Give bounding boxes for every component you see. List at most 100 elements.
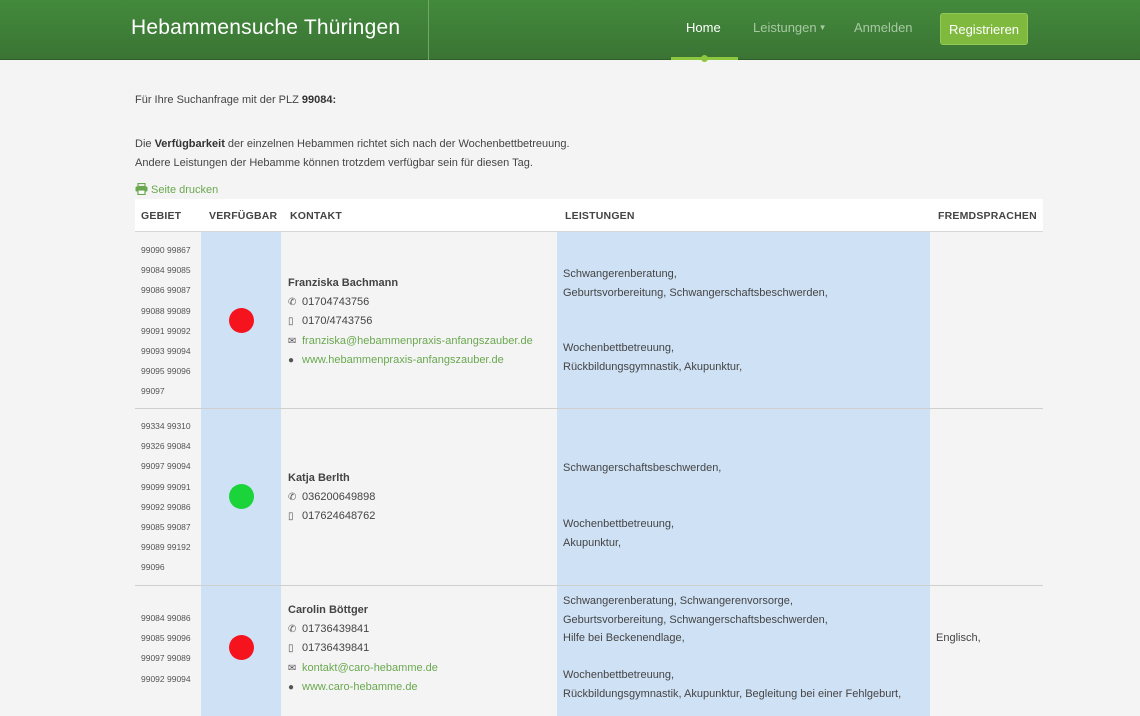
availability-bold: Verfügbarkeit xyxy=(154,138,225,150)
service-line: Hilfe bei Beckenendlage, xyxy=(563,632,685,645)
contact-block: Katja Berlth ✆ 036200649898 ▯ 01762464876​… xyxy=(288,469,375,527)
web-line: ● www.caro-hebamme.de xyxy=(288,678,438,698)
top-navbar: Hebammensuche Thüringen Home Leistungen ▼… xyxy=(0,0,1140,62)
email-link[interactable]: kontakt@caro-hebamme.de xyxy=(302,662,438,674)
print-page-label: Seite drucken xyxy=(151,184,219,196)
plz-list: 99090 99867 99084 99085 99086 99087 9908… xyxy=(141,240,191,402)
service-line: Rückbildungsgymnastik, Akupunktur, Begle… xyxy=(563,687,902,700)
languages: Englisch, xyxy=(936,632,981,644)
plz-line: 99084 99086 xyxy=(141,613,191,623)
plz-line: 99089 99192 xyxy=(141,542,191,553)
email-link[interactable]: franziska@hebammenpraxis-anfangszauber.d… xyxy=(302,335,533,347)
service-line: Geburtsvorbereitung, Schwangerschaftsbes… xyxy=(563,286,828,299)
mobile-line: ▯ 01762464876​2 xyxy=(288,507,375,527)
availability-dot xyxy=(229,308,254,333)
nav-anmelden[interactable]: Anmelden xyxy=(854,20,913,35)
nav-divider xyxy=(428,0,429,60)
services-cell xyxy=(557,232,930,408)
phone-number: 01736439841 xyxy=(302,622,370,635)
service-line: Schwangerenberatung, xyxy=(563,268,677,280)
caret-down-icon: ▼ xyxy=(818,23,827,32)
services-list-a: Schwangerenberatung, Schwangerenvorsorge… xyxy=(563,592,828,648)
plz-line: 99084 99085 xyxy=(141,265,191,276)
mobile-number: 01762464876​2 xyxy=(302,510,376,523)
header-kontakt: KONTAKT xyxy=(290,210,342,222)
service-line: Geburtsvorbereitung, Schwangerschaftsbes… xyxy=(563,613,828,626)
plz-list: 99334 99310 99326 99084 99097 99094 9909… xyxy=(141,416,191,578)
mobile-number: 0170/4743756 xyxy=(302,315,373,328)
plz-line: 99097 99089 xyxy=(141,653,191,664)
contact-block: Franziska Bachmann ✆ 01704743756 ▯ 0170/47… xyxy=(288,274,533,371)
phone-line: ✆ 01736439841 xyxy=(288,620,438,640)
phone-line: ✆ 01704743756 xyxy=(288,293,533,313)
header-fremdsprachen: FREMDSPRACHEN xyxy=(938,210,1037,222)
midwife-name: Katja Berlth xyxy=(288,472,350,484)
results-table-header: GEBIET VERFÜGBAR KONTAKT LEISTUNGEN FREM… xyxy=(135,199,1043,232)
nav-leistungen-label: Leistungen xyxy=(753,20,817,35)
midwife-name: Franziska Bachmann xyxy=(288,277,399,289)
mobile-number: 01736439841 xyxy=(302,642,370,655)
globe-icon: ● xyxy=(288,355,295,367)
search-info-prefix: Für Ihre Suchanfrage mit der PLZ xyxy=(135,94,302,106)
search-info: Für Ihre Suchanfrage mit der PLZ 99084: xyxy=(135,94,336,106)
nav-leistungen-dropdown[interactable]: Leistungen ▼ xyxy=(753,20,827,35)
plz-line: 99092 99086 xyxy=(141,501,191,512)
services-list-a: Schwangerenberatung, Geburtsvorbereitung… xyxy=(563,265,828,302)
availability-dot xyxy=(229,484,254,509)
plz-list: 99084 99086 99085 99096 99097 99089 9909… xyxy=(141,608,191,689)
brand-title[interactable]: Hebammensuche Thüringen xyxy=(131,16,400,40)
header-leistungen: LEISTUNGEN xyxy=(565,210,635,222)
midwife-name: Carolin Böttger xyxy=(288,604,369,616)
service-line: Akupunktur, xyxy=(563,536,622,549)
plz-line: 99088 99089 xyxy=(141,305,191,316)
globe-icon: ● xyxy=(288,682,295,694)
plz-line: 99095 99096 xyxy=(141,366,191,377)
register-button[interactable]: Registrieren xyxy=(940,13,1028,45)
email-line: ✉ kontakt@caro-hebamme.de xyxy=(288,659,438,679)
nav-home[interactable]: Home xyxy=(686,20,721,35)
availability-dot xyxy=(229,635,254,660)
mobile-icon: ▯ xyxy=(288,643,294,655)
print-page-link[interactable]: Seite drucken xyxy=(135,182,219,196)
email-line: ✉ franziska@hebammenpraxis-anfangszauber.… xyxy=(288,332,533,352)
printer-icon xyxy=(135,182,148,196)
service-line: Wochenbettbetreuung, xyxy=(563,342,675,354)
plz-line: 99099 99091 xyxy=(141,481,191,492)
plz-line: 99091 99092 xyxy=(141,325,191,336)
phone-icon: ✆ xyxy=(288,491,297,503)
services-list-b: Wochenbettbetreuung, Akupunktur, xyxy=(563,515,674,552)
availability-suffix: der einzelnen Hebammen richtet sich nach… xyxy=(224,138,570,150)
mobile-line: ▯ 0170/4743756 xyxy=(288,312,533,332)
phone-icon: ✆ xyxy=(288,296,297,308)
phone-number: 036200649898 xyxy=(302,490,376,503)
plz-line: 99326 99084 xyxy=(141,441,191,452)
web-line: ● www.hebammenpraxis-anfangszauber.de xyxy=(288,351,533,371)
plz-line: 99334 99310 xyxy=(141,421,191,431)
header-gebiet: GEBIET xyxy=(141,210,182,222)
service-line: Wochenbettbetreuung, xyxy=(563,669,675,681)
plz-line: 99092 99094 xyxy=(141,673,191,684)
mobile-icon: ▯ xyxy=(288,316,294,328)
availability-note: Die Verfügbarkeit der einzelnen Hebammen… xyxy=(135,138,570,150)
services-list-a: Schwangerschaftsbeschwerden, xyxy=(563,459,721,478)
mobile-icon: ▯ xyxy=(288,511,294,523)
services-list-b: Wochenbettbetreuung, Rückbildungsgymnast… xyxy=(563,339,742,376)
table-row: 99084 99086 99085 99096 99097 99089 9909… xyxy=(135,586,1043,716)
website-link[interactable]: www.hebammenpraxis-anfangszauber.de xyxy=(302,354,504,366)
service-line: Schwangerschaftsbeschwerden, xyxy=(563,462,722,474)
service-line: Schwangerenberatung, Schwangerenvorsorge… xyxy=(563,595,793,607)
plz-line: 99085 99087 xyxy=(141,522,191,533)
table-row: 99090 99867 99084 99085 99086 99087 9908… xyxy=(135,232,1043,409)
phone-number: 01704743756 xyxy=(302,295,370,308)
plz-line: 99090 99867 xyxy=(141,245,191,255)
plz-line: 99097 xyxy=(141,386,165,397)
website-link[interactable]: www.caro-hebamme.de xyxy=(302,681,418,693)
plz-line: 99097 99094 xyxy=(141,461,191,472)
envelope-icon: ✉ xyxy=(288,662,297,674)
service-line: Wochenbettbetreuung, xyxy=(563,518,675,530)
search-plz: 99084: xyxy=(301,94,337,106)
header-verfuegbar: VERFÜGBAR xyxy=(209,210,278,222)
mobile-line: ▯ 01736439841 xyxy=(288,639,438,659)
availability-note-2: Andere Leistungen der Hebamme können tro… xyxy=(135,157,533,169)
services-cell xyxy=(557,409,930,585)
